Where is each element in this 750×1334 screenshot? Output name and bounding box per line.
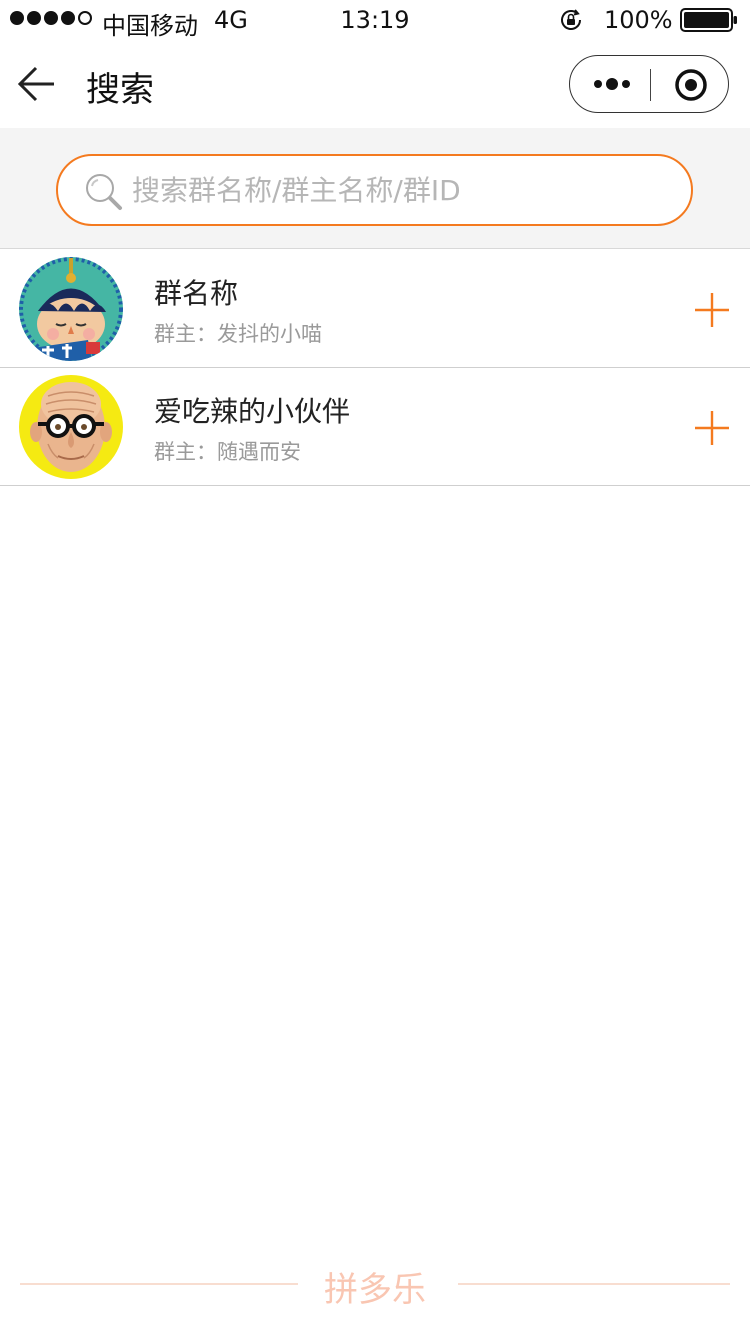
search-box[interactable] <box>56 154 693 226</box>
plus-icon[interactable] <box>692 290 732 330</box>
page-title: 搜索 <box>86 70 154 110</box>
brand-label: 拼多乐 <box>324 1270 426 1310</box>
footer-divider-left <box>20 1283 298 1285</box>
battery-percentage: 100% <box>604 6 673 34</box>
battery-icon <box>680 8 737 32</box>
footer-brand: 拼多乐 <box>0 1262 750 1310</box>
footer-divider-right <box>458 1283 730 1285</box>
group-owner: 群主：发抖的小喵 <box>154 322 322 346</box>
old-man-glasses-avatar <box>19 375 123 479</box>
list-item[interactable]: 爱吃辣的小伙伴 群主：随遇而安 <box>0 368 750 486</box>
capsule-divider <box>650 69 651 101</box>
rotation-lock-icon <box>561 9 581 30</box>
group-list: 群名称 群主：发抖的小喵 爱吃辣的小伙伴 群主：随遇而安 <box>0 250 750 486</box>
more-dots-icon[interactable] <box>592 74 632 94</box>
search-icon <box>86 174 122 210</box>
search-page: 中国移动 4G 13:19 100% 搜索 搜索群名称/群主名称/群ID 群名称… <box>0 0 750 1334</box>
target-circle-icon[interactable] <box>674 68 708 102</box>
group-name: 爱吃辣的小伙伴 <box>154 395 351 428</box>
search-area <box>0 128 750 249</box>
nav-bar: 搜索 <box>0 40 750 128</box>
group-name: 群名称 <box>154 277 239 310</box>
back-arrow-icon[interactable] <box>16 62 56 106</box>
search-input[interactable] <box>132 168 652 212</box>
group-owner: 群主：随遇而安 <box>154 440 301 464</box>
cartoon-boy-avatar <box>19 257 123 361</box>
status-bar: 中国移动 4G 13:19 100% <box>0 0 750 40</box>
mini-program-capsule <box>569 55 729 113</box>
plus-icon[interactable] <box>692 408 732 448</box>
list-item[interactable]: 群名称 群主：发抖的小喵 <box>0 250 750 368</box>
